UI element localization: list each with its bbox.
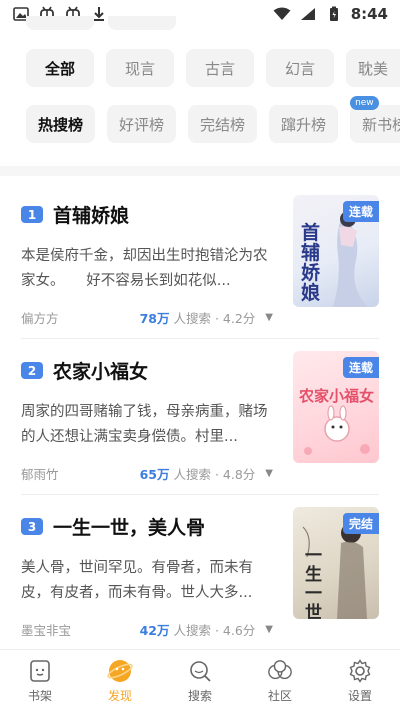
discover-icon xyxy=(107,658,133,684)
chip-label: 好评榜 xyxy=(119,115,165,134)
bottom-nav: 书架 发现 搜索 社区 设置 xyxy=(0,649,400,711)
nav-label: 搜索 xyxy=(187,688,212,703)
chip-label: 现言 xyxy=(124,59,155,78)
cover-title: 农家小福女 xyxy=(299,387,375,405)
book-author: 郁雨竹 xyxy=(21,467,59,482)
caret-down-icon[interactable]: ▼ xyxy=(265,312,273,323)
book-cover[interactable]: 连载 首辅娇娘 xyxy=(293,195,379,307)
status-tag: 完结 xyxy=(342,513,379,534)
book-description: 本是侯府千金，却因出生时抱错沦为农家女。 好不容易长到如花似... xyxy=(21,248,268,289)
chip-label: 热搜榜 xyxy=(38,115,84,134)
nav-label: 社区 xyxy=(267,688,292,703)
chip-category-all[interactable]: 全部 xyxy=(26,49,94,87)
search-rating: 人搜索 · 4.8分 xyxy=(173,467,256,482)
category-filter-row: 全部 现言 古言 幻言 耽美 xyxy=(26,49,400,87)
rank-badge: 1 xyxy=(21,206,43,223)
cover-title: 一生一世 xyxy=(305,546,322,620)
book-author: 偏方方 xyxy=(21,311,59,326)
book-description: 周家的四哥赌输了钱，母亲病重，赌场的人还想让满宝卖身偿债。村里... xyxy=(21,404,268,445)
clock: 8:44 xyxy=(350,5,388,23)
chip-category-fantasy[interactable]: 幻言 xyxy=(266,49,334,87)
nav-settings[interactable]: 设置 xyxy=(320,650,400,711)
nav-search[interactable]: 搜索 xyxy=(160,650,240,711)
new-badge: new xyxy=(350,96,379,110)
chip-rank-new-books[interactable]: new 新书榜 xyxy=(350,96,400,143)
book-cover[interactable]: 完结 一生一世 xyxy=(293,507,379,619)
section-divider xyxy=(0,166,400,176)
nav-label: 发现 xyxy=(107,688,132,703)
status-tag: 连载 xyxy=(342,357,379,378)
book-cover[interactable]: 连载 农家小福女 xyxy=(293,351,379,463)
book-author: 墨宝非宝 xyxy=(21,623,72,638)
chip-label: 新书榜 xyxy=(362,115,400,134)
status-bar-right: 8:44 xyxy=(273,5,388,23)
rank-badge: 3 xyxy=(21,518,43,535)
book-title[interactable]: 首辅娇娘 xyxy=(53,201,129,228)
caret-down-icon[interactable]: ▼ xyxy=(265,468,273,479)
bookshelf-icon xyxy=(27,658,53,684)
signal-icon xyxy=(299,5,317,23)
nav-discover[interactable]: 发现 xyxy=(80,650,160,711)
battery-icon xyxy=(325,5,343,23)
settings-icon xyxy=(347,658,373,684)
chip-label: 古言 xyxy=(204,59,235,78)
book-list-item[interactable]: 2 农家小福女 周家的四哥赌输了钱，母亲病重，赌场的人还想让满宝卖身偿债。村里.… xyxy=(21,351,379,483)
book-list-item[interactable]: 1 首辅娇娘 本是侯府千金，却因出生时抱错沦为农家女。 好不容易长到如花似...… xyxy=(21,195,379,327)
chip-rank-top-rated[interactable]: 好评榜 xyxy=(107,105,177,143)
clipped-chip xyxy=(108,16,176,30)
chip-rank-completed[interactable]: 完结榜 xyxy=(188,105,258,143)
community-icon xyxy=(267,658,293,684)
chip-label: 幻言 xyxy=(284,59,315,78)
chip-label: 蹿升榜 xyxy=(281,115,327,134)
chip-category-danmei[interactable]: 耽美 xyxy=(346,49,400,87)
clipped-chip xyxy=(26,16,94,30)
nav-bookshelf[interactable]: 书架 xyxy=(0,650,80,711)
search-count: 78万 xyxy=(139,311,170,326)
nav-community[interactable]: 社区 xyxy=(240,650,320,711)
chip-category-modern[interactable]: 现言 xyxy=(106,49,174,87)
book-description: 美人骨，世间罕见。有骨者，而未有皮，有皮者，而未有骨。世人大多... xyxy=(21,560,253,601)
nav-label: 设置 xyxy=(347,688,372,703)
cover-title: 首辅娇娘 xyxy=(301,222,321,304)
chip-label: 耽美 xyxy=(358,59,389,78)
book-title[interactable]: 一生一世，美人骨 xyxy=(53,513,205,540)
search-count: 42万 xyxy=(139,623,170,638)
status-tag: 连载 xyxy=(342,201,379,222)
book-title[interactable]: 农家小福女 xyxy=(53,357,148,384)
rank-badge: 2 xyxy=(21,362,43,379)
wifi-icon xyxy=(273,5,291,23)
chip-rank-hot-search[interactable]: 热搜榜 xyxy=(26,105,96,143)
search-rating: 人搜索 · 4.6分 xyxy=(173,623,256,638)
ranking-filter-row: 热搜榜 好评榜 完结榜 蹿升榜 new 新书榜 xyxy=(26,96,400,143)
caret-down-icon[interactable]: ▼ xyxy=(265,624,273,635)
search-rating: 人搜索 · 4.2分 xyxy=(173,311,256,326)
nav-label: 书架 xyxy=(27,688,52,703)
chip-category-ancient[interactable]: 古言 xyxy=(186,49,254,87)
chip-label: 全部 xyxy=(44,59,75,78)
search-count: 65万 xyxy=(139,467,170,482)
search-icon xyxy=(187,658,213,684)
chip-rank-rising[interactable]: 蹿升榜 xyxy=(269,105,339,143)
list-separator xyxy=(21,494,379,495)
book-list-item[interactable]: 3 一生一世，美人骨 美人骨，世间罕见。有骨者，而未有皮，有皮者，而未有骨。世人… xyxy=(21,507,379,639)
chip-label: 完结榜 xyxy=(200,115,246,134)
list-separator xyxy=(21,338,379,339)
